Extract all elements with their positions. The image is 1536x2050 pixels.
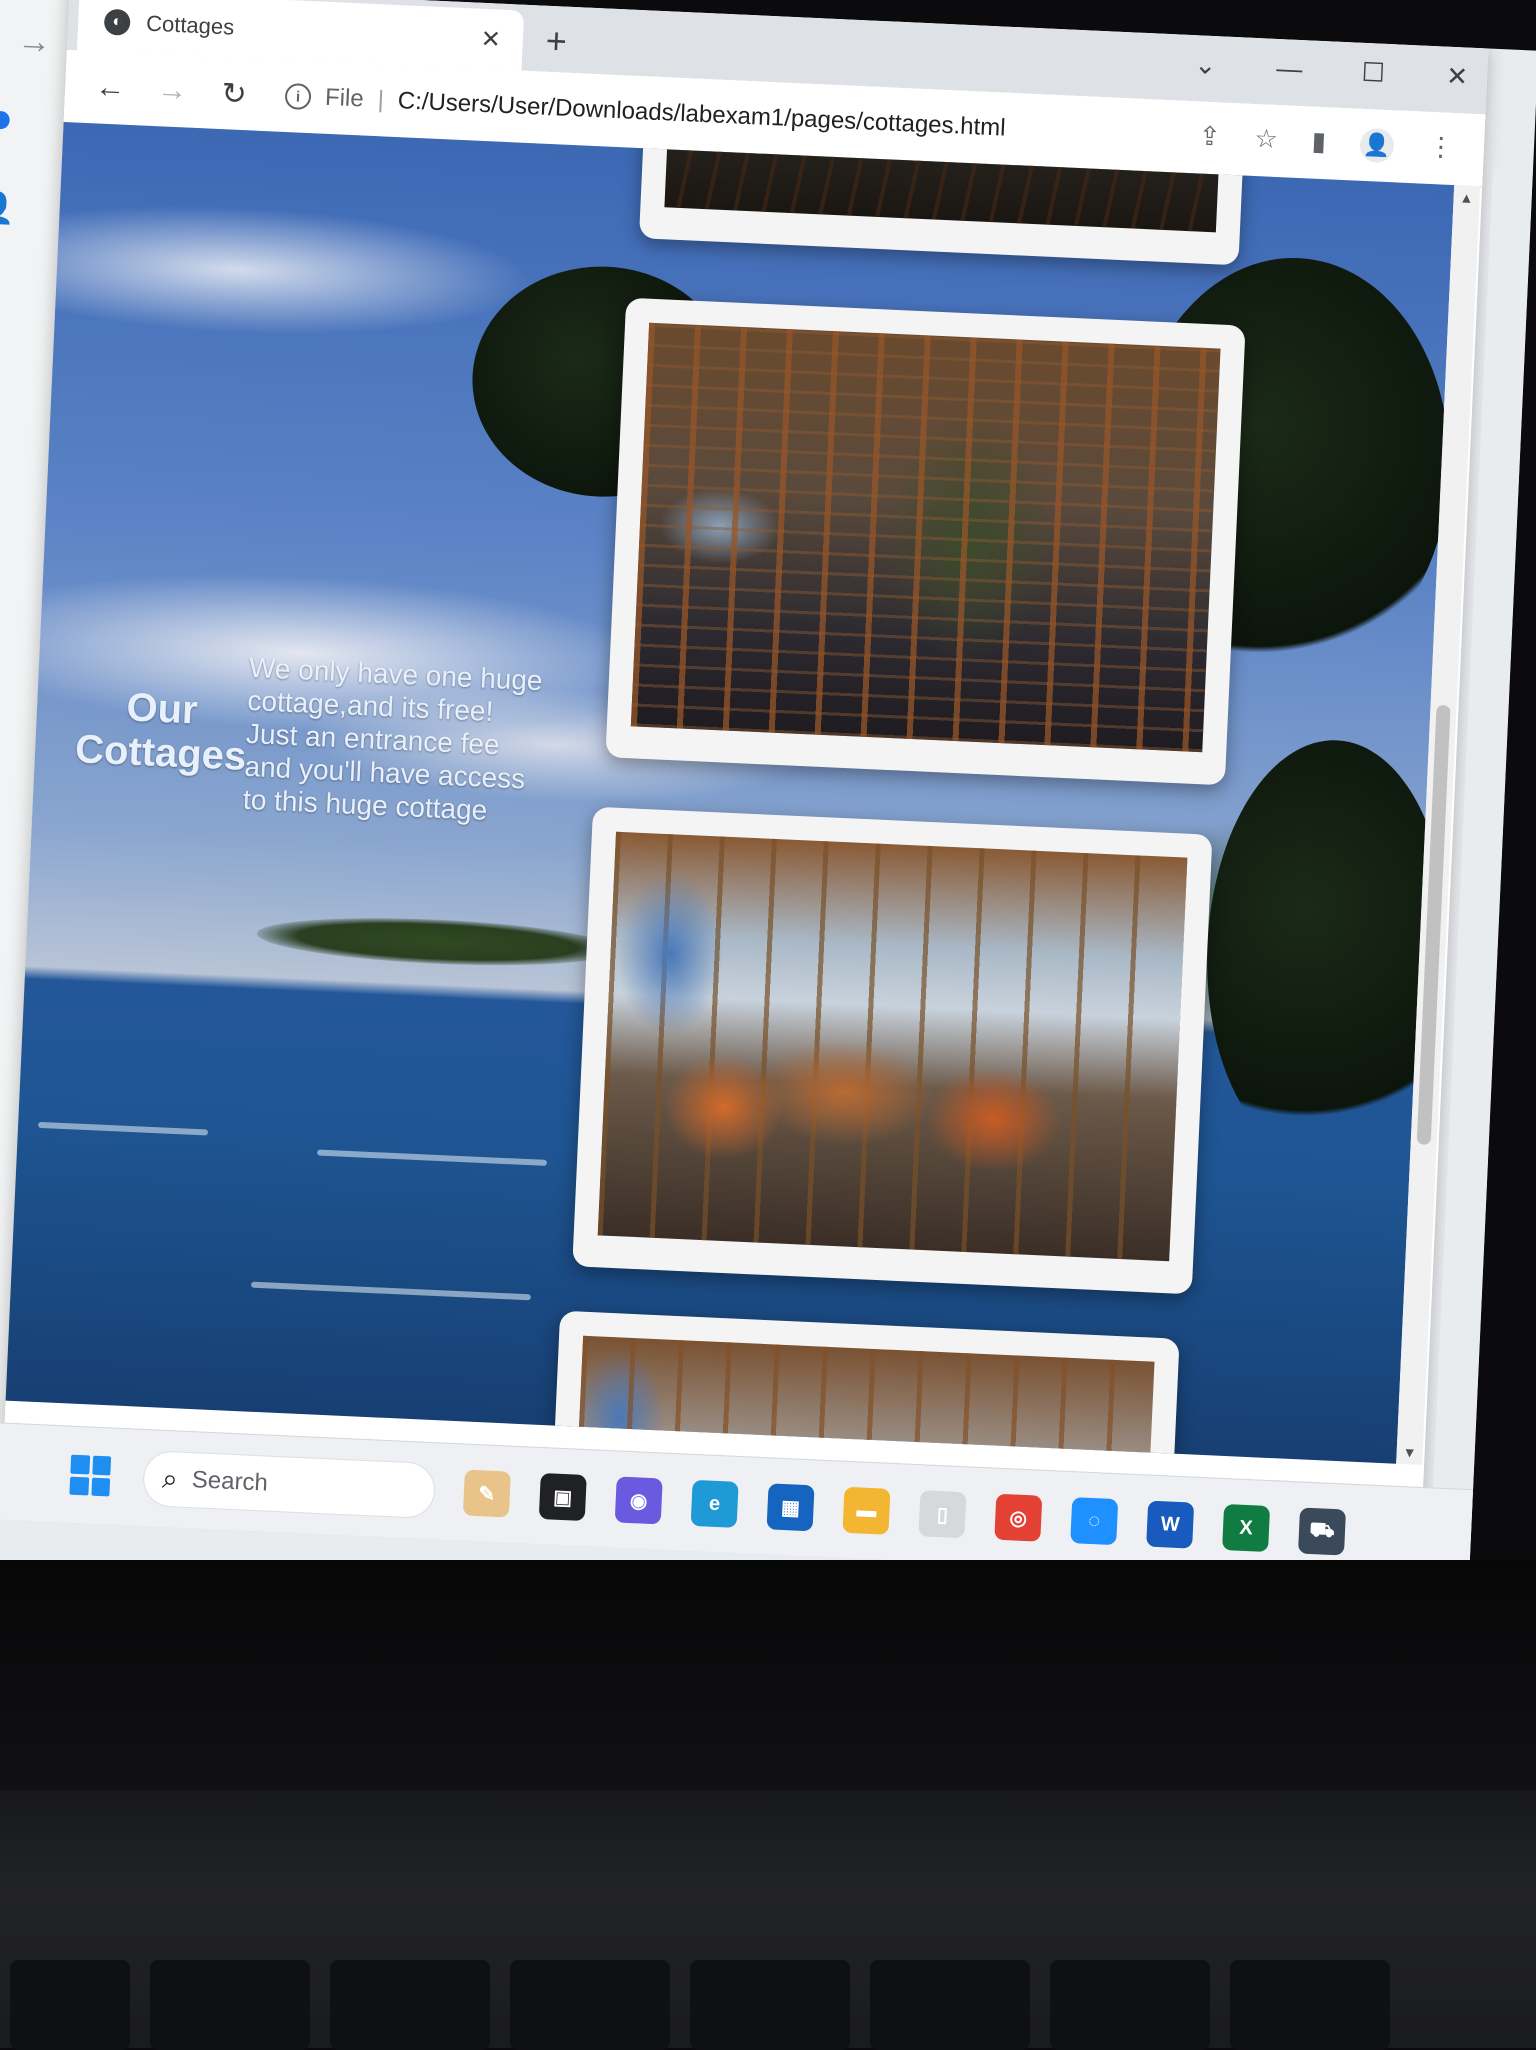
wave	[37, 1121, 209, 1136]
taskbar-search[interactable]: ⌕ Search	[142, 1451, 436, 1519]
forward-button[interactable]: →	[154, 73, 190, 109]
chat-icon[interactable]: ◉	[614, 1476, 663, 1525]
tab-close-icon[interactable]: ✕	[480, 24, 501, 54]
task-view-icon[interactable]: ▣	[538, 1472, 587, 1522]
keyboard-key	[150, 1960, 310, 2050]
person-icon: 👤	[0, 191, 16, 226]
taskbar-apps: ✎ ▣ ◉ e ▦ ▬ ▯ ◎ ◌ W X ⛟	[462, 1469, 1347, 1556]
wave	[317, 1149, 548, 1166]
word-icon[interactable]: W	[1146, 1500, 1195, 1549]
globe-icon: ◐	[103, 8, 131, 36]
edge-icon[interactable]: e	[690, 1479, 739, 1528]
start-logo-tile	[70, 1454, 90, 1474]
toolbar-actions: ⇪ ☆ ▮ 👤 ⋮	[1198, 120, 1455, 166]
back-button[interactable]: ←	[92, 70, 128, 106]
keyboard-key	[1230, 1960, 1390, 2050]
page-viewport: Our Cottages We only have one huge cotta…	[5, 121, 1455, 1464]
island	[256, 911, 618, 972]
blank-file-icon[interactable]: ▯	[918, 1490, 967, 1539]
reload-button[interactable]: ↻	[216, 75, 252, 112]
browser-window: ◐ Cottages ✕ + ⌄ — ☐ ✕ ← → ↻ i File | C:…	[0, 0, 1489, 1567]
maximize-button[interactable]: ☐	[1353, 56, 1394, 89]
close-window-button[interactable]: ✕	[1436, 60, 1477, 93]
menu-icon[interactable]: ⋮	[1427, 131, 1454, 166]
start-logo-tile	[90, 1477, 111, 1497]
tab-title: Cottages	[145, 10, 235, 40]
bookmark-star-icon[interactable]: ☆	[1254, 123, 1279, 158]
scroll-up-arrow-icon[interactable]: ▲	[1459, 189, 1474, 206]
keyboard-key	[330, 1960, 490, 2050]
scheme-label: File	[324, 83, 365, 113]
scroll-down-arrow-icon[interactable]: ▼	[1402, 1444, 1417, 1461]
photo-card	[572, 806, 1213, 1295]
notepad-icon[interactable]: ✎	[462, 1469, 511, 1518]
messenger-icon[interactable]: ◌	[1070, 1497, 1119, 1546]
cottage-photo	[564, 1335, 1155, 1464]
monitor-screen: → 👤 ◐ Cottages ✕ + ⌄ — ☐ ✕ ← → ↻ i File …	[0, 0, 1536, 1690]
share-icon[interactable]: ⇪	[1198, 120, 1221, 155]
keyboard-key	[10, 1960, 130, 2050]
keyboard-key	[690, 1960, 850, 2050]
info-icon[interactable]: i	[284, 82, 312, 111]
monitor-bezel	[0, 1560, 1536, 1800]
profile-avatar[interactable]: 👤	[1359, 127, 1395, 164]
url-text[interactable]: C:/Users/User/Downloads/labexam1/pages/c…	[397, 87, 1006, 143]
search-icon: ⌕	[161, 1462, 179, 1495]
keyboard-key	[1050, 1960, 1210, 2050]
start-logo-tile	[91, 1455, 112, 1475]
photo-card	[539, 1310, 1180, 1464]
background-window-forward-icon: →	[16, 21, 53, 62]
window-controls: ⌄ — ☐ ✕	[1185, 49, 1478, 93]
side-panel-icon[interactable]: ▮	[1311, 126, 1327, 161]
cottage-photo	[597, 831, 1188, 1262]
chrome-icon[interactable]: ◎	[994, 1493, 1043, 1542]
keyboard-key	[510, 1960, 670, 2050]
store-icon[interactable]: ▦	[766, 1483, 815, 1532]
file-explorer-icon[interactable]: ▬	[842, 1486, 891, 1535]
page-title: Our Cottages	[74, 685, 248, 779]
keyboard-key	[870, 1960, 1030, 2050]
car-app-icon[interactable]: ⛟	[1297, 1507, 1347, 1556]
intro-section: Our Cottages We only have one huge cotta…	[71, 643, 580, 865]
notification-dot	[0, 110, 11, 130]
start-button[interactable]	[69, 1454, 112, 1497]
new-tab-button[interactable]: +	[545, 20, 568, 63]
search-label: Search	[191, 1466, 269, 1497]
tab-search-dropdown-icon[interactable]: ⌄	[1185, 49, 1226, 82]
wave	[250, 1281, 531, 1301]
omnibox-separator: |	[377, 86, 385, 114]
intro-text: We only have one huge cottage,and its fr…	[242, 651, 544, 826]
cottage-photo	[630, 322, 1221, 753]
start-logo-tile	[69, 1476, 89, 1496]
minimize-button[interactable]: —	[1269, 53, 1310, 86]
excel-icon[interactable]: X	[1222, 1504, 1271, 1553]
photo-card	[605, 297, 1246, 786]
